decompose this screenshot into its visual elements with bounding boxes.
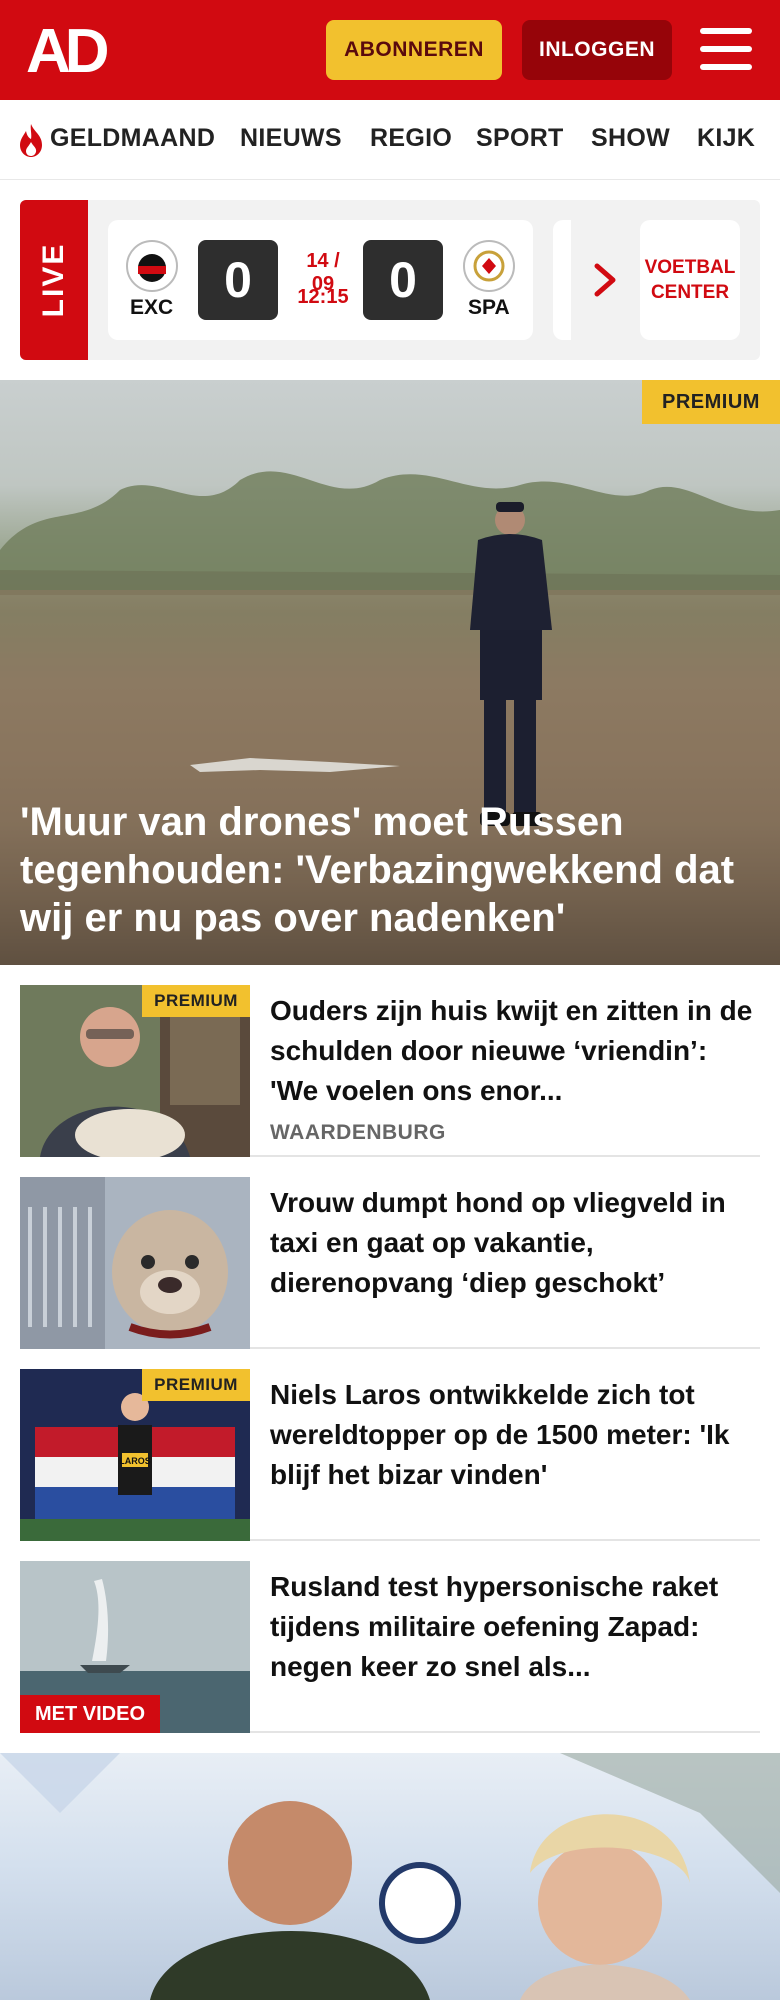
away-score: 0 — [363, 240, 443, 320]
chevron-right-icon[interactable] — [592, 262, 618, 298]
nav-item-regio[interactable]: REGIO — [370, 124, 452, 153]
feature-image-illustration — [0, 1753, 780, 2000]
svg-text:AD: AD — [26, 20, 108, 78]
premium-badge: PREMIUM — [642, 380, 780, 424]
next-match-card[interactable] — [553, 220, 571, 340]
premium-badge: PREMIUM — [142, 1369, 250, 1401]
svg-text:LAROS: LAROS — [119, 1456, 151, 1466]
article-headline[interactable]: Niels Laros ontwikkelde zich tot wereldt… — [270, 1375, 760, 1495]
hero-headline[interactable]: 'Muur van drones' moet Russen tegenhoude… — [20, 798, 760, 942]
article-item[interactable]: MET VIDEO Rusland test hypersonische rak… — [20, 1561, 760, 1733]
login-button[interactable]: INLOGGEN — [522, 20, 672, 80]
article-location: WAARDENBURG — [270, 1121, 446, 1144]
article-headline[interactable]: Vrouw dumpt hond op vliegveld in taxi en… — [270, 1183, 760, 1303]
hero-article[interactable]: PREMIUM 'Muur van drones' moet Russen te… — [0, 380, 780, 965]
menu-icon[interactable] — [700, 28, 752, 70]
nav-item-show[interactable]: SHOW — [591, 124, 670, 153]
article-item[interactable]: LAROS PREMIUM Niels Laros ontwikkelde zi… — [20, 1369, 760, 1541]
live-scorebar: LIVE EXC 0 14 / 09 12:15 0 SPA VOETBAL C… — [20, 200, 760, 360]
video-badge: MET VIDEO — [20, 1695, 160, 1733]
home-team-code: EXC — [130, 296, 174, 319]
nav-item-kijk[interactable]: KIJK — [697, 124, 755, 153]
nav-item-nieuws[interactable]: NIEUWS — [240, 124, 342, 153]
article-thumbnail: LAROS PREMIUM — [20, 1369, 250, 1541]
nav-item-sport[interactable]: SPORT — [476, 124, 564, 153]
article-item[interactable]: Vrouw dumpt hond op vliegveld in taxi en… — [20, 1177, 760, 1349]
subscribe-button[interactable]: ABONNEREN — [326, 20, 502, 80]
ad-logo[interactable]: AD — [26, 20, 116, 78]
section-nav: GELDMAAND NIEUWS REGIO SPORT SHOW KIJK — [0, 100, 780, 180]
away-team-code: SPA — [468, 296, 510, 319]
flame-icon — [20, 124, 42, 157]
premium-badge: PREMIUM — [142, 985, 250, 1017]
match-card[interactable]: EXC 0 14 / 09 12:15 0 SPA — [108, 220, 533, 340]
home-score: 0 — [198, 240, 278, 320]
sparta-logo — [463, 240, 515, 292]
article-headline[interactable]: Rusland test hypersonische raket tijdens… — [270, 1567, 760, 1687]
article-headline[interactable]: Ouders zijn huis kwijt en zitten in de s… — [270, 991, 760, 1111]
match-time: 12:15 — [297, 286, 349, 308]
excelsior-logo — [126, 240, 178, 292]
live-label: LIVE — [20, 200, 88, 360]
voetbal-center-link[interactable]: VOETBAL CENTER — [640, 220, 740, 340]
article-thumbnail — [20, 1177, 250, 1349]
article-item[interactable]: PREMIUM Ouders zijn huis kwijt en zitten… — [20, 985, 760, 1157]
nav-item-geldmaand[interactable]: GELDMAAND — [50, 124, 215, 153]
featured-video-image[interactable] — [0, 1753, 780, 2000]
article-thumbnail: MET VIDEO — [20, 1561, 250, 1733]
top-bar: AD ABONNEREN INLOGGEN — [0, 0, 780, 100]
article-thumbnail: PREMIUM — [20, 985, 250, 1157]
